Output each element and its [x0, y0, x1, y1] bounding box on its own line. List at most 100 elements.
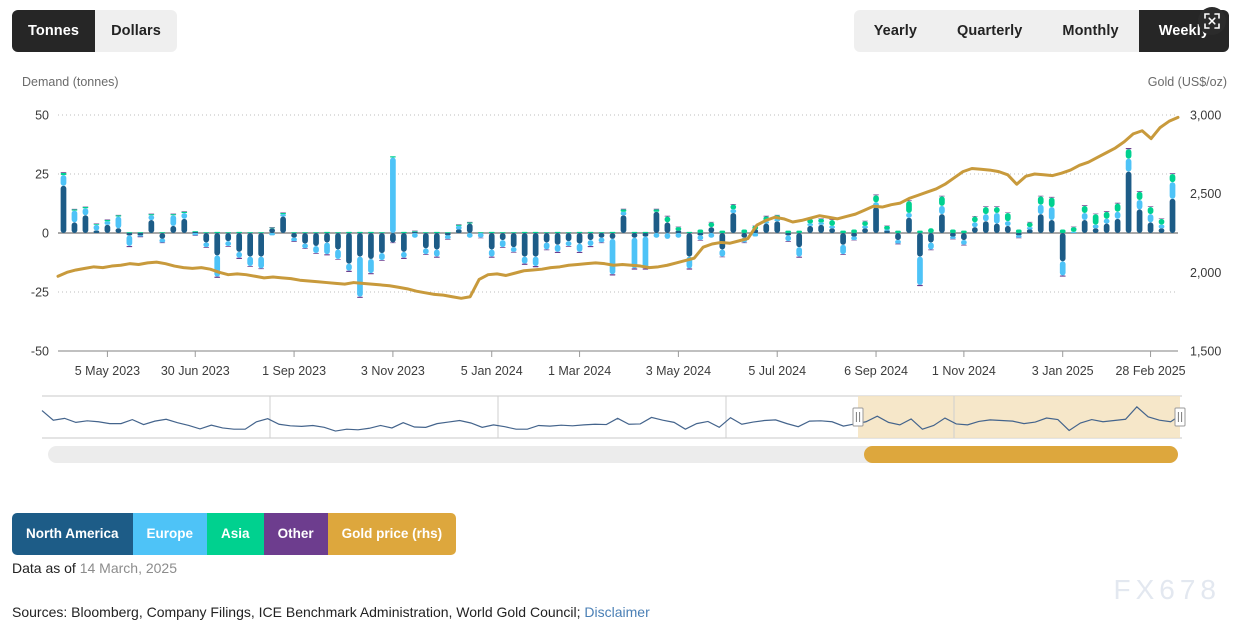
chart-bar-segment	[785, 241, 791, 242]
chart-bar-segment	[72, 211, 78, 223]
data-as-of-label: Data as of	[12, 560, 76, 576]
chart-bar-segment	[785, 231, 791, 233]
chart-bar-segment	[895, 244, 901, 245]
chart-bar-segment	[994, 207, 1000, 213]
tab-yearly[interactable]: Yearly	[854, 10, 937, 52]
chart-bar-segment	[225, 241, 231, 246]
legend-item-europe[interactable]: Europe	[133, 513, 208, 555]
chart-legend[interactable]: North AmericaEuropeAsiaOtherGold price (…	[12, 513, 456, 555]
chart-bar-segment	[961, 231, 967, 233]
chart-bar-segment	[214, 232, 220, 233]
x-axis-tick: 6 Sep 2024	[844, 364, 908, 378]
x-axis-tick: 5 May 2023	[75, 364, 140, 378]
chart-bar-segment	[1104, 211, 1110, 212]
chart-bar-segment	[1170, 174, 1176, 182]
chart-navigator[interactable]	[0, 388, 1235, 468]
chart-bar-segment	[928, 228, 934, 233]
chart-bar-segment	[873, 207, 879, 233]
data-as-of-value: 14 March, 2025	[80, 560, 177, 576]
chart-bar-segment	[785, 233, 791, 235]
chart-bar-segment	[302, 244, 308, 249]
chart-bar-segment	[522, 264, 528, 265]
chart-bar-segment	[1126, 149, 1132, 158]
chart-bar-segment	[906, 213, 912, 218]
chart-bar-segment	[1126, 159, 1132, 172]
legend-item-gold-price-rhs[interactable]: Gold price (rhs)	[328, 513, 457, 555]
chart-bar-segment	[236, 252, 242, 258]
chart-bar-segment	[225, 246, 231, 247]
chart-bar-segment	[566, 233, 572, 241]
chart-bar-segment	[511, 232, 517, 233]
chart-bar-segment	[588, 246, 594, 247]
chart-bar-segment	[313, 233, 319, 246]
chart-bar-segment	[137, 237, 143, 238]
navigator-handle-right[interactable]	[1175, 408, 1185, 426]
chart-bar-segment	[610, 233, 616, 239]
chart-bar-segment	[632, 238, 638, 269]
chart-bar-segment	[917, 257, 923, 285]
y-axis-tick: -25	[31, 286, 49, 300]
tab-tonnes[interactable]: Tonnes	[12, 10, 95, 52]
chart-bar-segment	[478, 232, 484, 233]
chart-bar-segment	[632, 233, 638, 238]
tab-monthly[interactable]: Monthly	[1042, 10, 1138, 52]
chart-bar-segment	[840, 231, 846, 233]
navigator-scrollbar-thumb[interactable]	[864, 446, 1178, 463]
chart-bar-segment	[796, 231, 802, 233]
chart-bar-segment	[61, 175, 67, 186]
chart-bar-segment	[445, 232, 451, 233]
chart-bar-segment	[983, 207, 989, 214]
chart-bar-segment	[83, 208, 89, 215]
chart-bar-segment	[489, 233, 495, 250]
chart-bar-segment	[324, 232, 330, 233]
chart-bar-segment	[83, 215, 89, 233]
chart-bar-segment	[192, 232, 198, 233]
chart-bar-segment	[610, 239, 616, 274]
chart-bar-segment	[1137, 191, 1143, 192]
period-toggle-group[interactable]: Yearly Quarterly Monthly Weekly	[854, 10, 1229, 52]
fullscreen-icon[interactable]	[1198, 7, 1226, 35]
chart-bar-segment	[313, 246, 319, 253]
chart-bar-segment	[1093, 214, 1099, 225]
chart-bar-segment	[324, 233, 330, 242]
chart-bar-segment	[94, 224, 100, 225]
chart-bar-segment	[851, 229, 857, 233]
chart-bar-segment	[1038, 196, 1044, 204]
chart-bar-segment	[445, 239, 451, 240]
chart-bar-segment	[1016, 235, 1022, 237]
chart-bar-segment	[621, 209, 627, 210]
chart-bar-segment	[840, 245, 846, 254]
chart-bar-segment	[379, 260, 385, 261]
chart-bar-segment	[599, 233, 605, 238]
chart-bar-segment	[939, 206, 945, 214]
chart-bar-segment	[445, 233, 451, 235]
chart-bar-segment	[467, 224, 473, 233]
legend-item-north-america[interactable]: North America	[12, 513, 133, 555]
disclaimer-link[interactable]: Disclaimer	[584, 604, 649, 620]
chart-bar-segment	[225, 233, 231, 241]
chart-bar-segment	[291, 241, 297, 242]
chart-bar-segment	[654, 233, 660, 238]
chart-bar-segment	[105, 220, 111, 221]
legend-item-other[interactable]: Other	[264, 513, 328, 555]
tab-quarterly[interactable]: Quarterly	[937, 10, 1042, 52]
chart-bar-segment	[1038, 196, 1044, 197]
chart-bar-segment	[621, 209, 627, 211]
sources-text: Sources: Bloomberg, Company Filings, ICE…	[12, 604, 581, 620]
chart-bar-segment	[1027, 227, 1033, 229]
chart-bar-segment	[61, 186, 67, 233]
chart-bar-segment	[203, 247, 209, 248]
chart-bar-segment	[1170, 173, 1176, 174]
unit-toggle-group[interactable]: Tonnes Dollars	[12, 10, 177, 52]
chart-bar-segment	[950, 237, 956, 239]
navigator-handle-left[interactable]	[853, 408, 863, 426]
navigator-svg[interactable]	[0, 388, 1235, 468]
chart-bar-segment	[884, 226, 890, 230]
chart-bar-segment	[994, 213, 1000, 224]
legend-item-asia[interactable]: Asia	[207, 513, 264, 555]
navigator-selection[interactable]	[858, 396, 1180, 438]
chart-bar-segment	[280, 216, 286, 233]
tab-dollars[interactable]: Dollars	[95, 10, 177, 52]
chart-bar-segment	[1115, 219, 1121, 233]
chart-bar-segment	[500, 232, 506, 233]
